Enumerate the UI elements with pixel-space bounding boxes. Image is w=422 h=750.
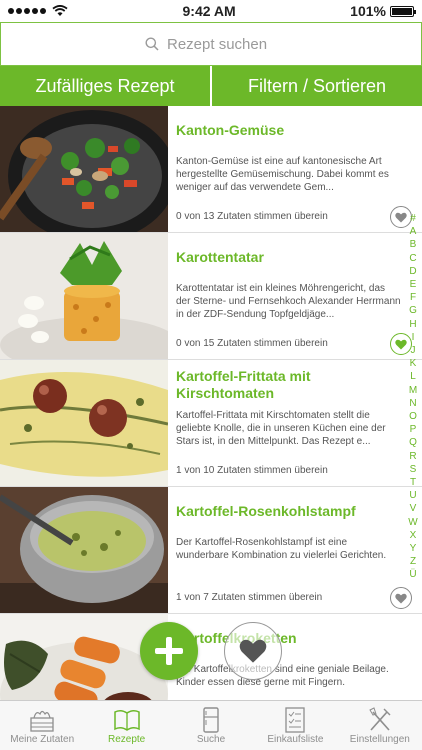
recipe-title: Kartoffel-Frittata mit Kirschtomaten bbox=[176, 368, 311, 401]
alphabet-index-letter[interactable]: E bbox=[410, 278, 417, 291]
alphabet-index-letter[interactable]: O bbox=[409, 410, 417, 423]
heart-icon bbox=[395, 339, 407, 349]
recipe-image-kanton-gemuese bbox=[0, 106, 168, 232]
alphabet-index-letter[interactable]: X bbox=[410, 529, 417, 542]
wifi-icon bbox=[52, 5, 68, 16]
alphabet-index-letter[interactable]: V bbox=[410, 502, 417, 515]
status-right: 101% bbox=[350, 3, 416, 19]
signal-icon bbox=[8, 8, 46, 14]
alphabet-index-letter[interactable]: H bbox=[409, 318, 416, 331]
search-bar[interactable] bbox=[0, 22, 422, 66]
recipe-row-kartoffel-frittata[interactable]: Kartoffel-Frittata mit Kirschtomaten Kar… bbox=[0, 360, 422, 487]
tab-label: Rezepte bbox=[107, 734, 146, 745]
recipe-match-count: 1 von 7 Zutaten stimmen überein bbox=[176, 592, 323, 603]
alphabet-index-letter[interactable]: Y bbox=[410, 542, 417, 555]
recipe-info: Kartoffelkroketten Die Kartoffelkrokette… bbox=[176, 614, 402, 700]
tab-einkaufsliste[interactable]: Einkaufsliste bbox=[253, 701, 337, 750]
battery-fill bbox=[391, 7, 412, 15]
recipe-description: Die Kartoffelkroketten sind eine geniale… bbox=[176, 664, 389, 688]
alphabet-index-letter[interactable]: K bbox=[410, 357, 417, 370]
recipe-info: Kanton-Gemüse Kanton-Gemüse ist eine auf… bbox=[176, 106, 412, 232]
checklist-icon bbox=[285, 707, 306, 733]
recipe-image-kartoffel-frittata bbox=[0, 360, 168, 486]
tab-meine-zutaten[interactable]: Meine Zutaten bbox=[0, 701, 84, 750]
alphabet-index-letter[interactable]: B bbox=[410, 238, 417, 251]
tab-label: Einstellungen bbox=[349, 734, 410, 745]
alphabet-index-letter[interactable]: M bbox=[409, 384, 417, 397]
recipe-description: Karottentatar ist ein kleines Möhrengeri… bbox=[176, 283, 401, 320]
alphabet-index-letter[interactable]: P bbox=[410, 423, 417, 436]
recipe-row-kartoffelkroketten[interactable]: Kartoffelkroketten Die Kartoffelkrokette… bbox=[0, 614, 422, 700]
alphabet-index-letter[interactable]: T bbox=[410, 476, 416, 489]
tab-label: Suche bbox=[196, 734, 226, 745]
alphabet-index-letter[interactable]: N bbox=[409, 397, 416, 410]
alphabet-index-letter[interactable]: G bbox=[409, 304, 417, 317]
alphabet-index-letter[interactable]: A bbox=[410, 225, 417, 238]
recipe-description: Der Kartoffel-Rosenkohlstampf ist eine w… bbox=[176, 537, 387, 561]
status-time: 9:42 AM bbox=[182, 3, 236, 19]
alphabet-index-letter[interactable]: I bbox=[412, 331, 415, 344]
tab-bar: Meine Zutaten Rezepte Suche Einkaufslist… bbox=[0, 700, 422, 750]
recipe-description: Kartoffel-Frittata mit Kirschtomaten ste… bbox=[176, 410, 386, 447]
recipe-match-count: 0 von 15 Zutaten stimmen überein bbox=[176, 338, 328, 349]
recipe-info: Kartoffel-Frittata mit Kirschtomaten Kar… bbox=[176, 360, 402, 486]
tab-label: Einkaufsliste bbox=[267, 734, 324, 745]
fridge-icon bbox=[203, 707, 219, 733]
book-icon bbox=[113, 709, 140, 731]
alphabet-index-letter[interactable]: S bbox=[410, 463, 417, 476]
search-input[interactable] bbox=[167, 35, 277, 53]
crate-icon bbox=[30, 710, 54, 732]
alphabet-index-letter[interactable]: F bbox=[410, 291, 416, 304]
recipe-match-count: 0 von 13 Zutaten stimmen überein bbox=[176, 211, 328, 222]
alphabet-index-letter[interactable]: # bbox=[410, 212, 416, 225]
plus-icon bbox=[155, 637, 183, 665]
battery-icon bbox=[389, 5, 416, 17]
alphabet-index-letter[interactable]: C bbox=[409, 252, 416, 265]
favorite-button[interactable] bbox=[390, 587, 412, 609]
status-bar: 9:42 AM 101% bbox=[0, 0, 422, 22]
alphabet-index-letter[interactable]: Ü bbox=[409, 568, 416, 581]
search-icon bbox=[145, 37, 159, 51]
random-recipe-button[interactable]: Zufälliges Rezept bbox=[0, 66, 210, 106]
alphabet-index-letter[interactable]: D bbox=[409, 265, 416, 278]
heart-icon bbox=[395, 212, 407, 222]
heart-icon bbox=[395, 593, 407, 603]
alphabet-index-letter[interactable]: J bbox=[411, 344, 416, 357]
recipe-title: Kartoffel-Rosenkohlstampf bbox=[176, 503, 356, 519]
action-bar: Zufälliges Rezept Filtern / Sortieren bbox=[0, 66, 422, 106]
tab-rezepte[interactable]: Rezepte bbox=[84, 701, 168, 750]
recipe-row-karottentatar[interactable]: Karottentatar Karottentatar ist ein klei… bbox=[0, 233, 422, 360]
tab-suche[interactable]: Suche bbox=[169, 701, 253, 750]
alphabet-index-letter[interactable]: W bbox=[408, 516, 417, 529]
status-left bbox=[8, 5, 68, 17]
recipe-info: Karottentatar Karottentatar ist ein klei… bbox=[176, 233, 412, 359]
recipe-match-count: 1 von 10 Zutaten stimmen überein bbox=[176, 465, 328, 476]
utensils-icon bbox=[369, 707, 391, 731]
recipe-title: Kartoffelkroketten bbox=[176, 630, 402, 647]
recipe-info: Kartoffel-Rosenkohlstampf Der Kartoffel-… bbox=[176, 487, 412, 613]
alphabet-index[interactable]: # A B C D E F G H I J K L M N O P Q R S T U V W X Y Z Ü bbox=[407, 212, 419, 582]
recipe-row-kanton-gemuese[interactable]: Kanton-Gemüse Kanton-Gemüse ist eine auf… bbox=[0, 106, 422, 233]
recipe-image-kartoffel-rosenkohlstampf bbox=[0, 487, 168, 613]
filter-sort-button[interactable]: Filtern / Sortieren bbox=[210, 66, 422, 106]
alphabet-index-letter[interactable]: L bbox=[410, 370, 416, 383]
recipe-row-kartoffel-rosenkohlstampf[interactable]: Kartoffel-Rosenkohlstampf Der Kartoffel-… bbox=[0, 487, 422, 614]
battery-percent: 101% bbox=[350, 3, 386, 19]
recipe-description: Kanton-Gemüse ist eine auf kantonesische… bbox=[176, 156, 389, 193]
recipe-list[interactable]: Kanton-Gemüse Kanton-Gemüse ist eine auf… bbox=[0, 106, 422, 700]
recipe-image-karottentatar bbox=[0, 233, 168, 359]
alphabet-index-letter[interactable]: Q bbox=[409, 436, 417, 449]
alphabet-index-letter[interactable]: R bbox=[409, 450, 416, 463]
recipe-title: Kanton-Gemüse bbox=[176, 122, 285, 138]
recipe-title: Karottentatar bbox=[176, 249, 264, 265]
tab-label: Meine Zutaten bbox=[10, 734, 75, 745]
favorites-filter-button[interactable] bbox=[224, 622, 282, 680]
add-recipe-button[interactable] bbox=[140, 622, 198, 680]
heart-icon bbox=[239, 639, 267, 663]
tab-einstellungen[interactable]: Einstellungen bbox=[338, 701, 422, 750]
alphabet-index-letter[interactable]: Z bbox=[410, 555, 416, 568]
alphabet-index-letter[interactable]: U bbox=[409, 489, 416, 502]
